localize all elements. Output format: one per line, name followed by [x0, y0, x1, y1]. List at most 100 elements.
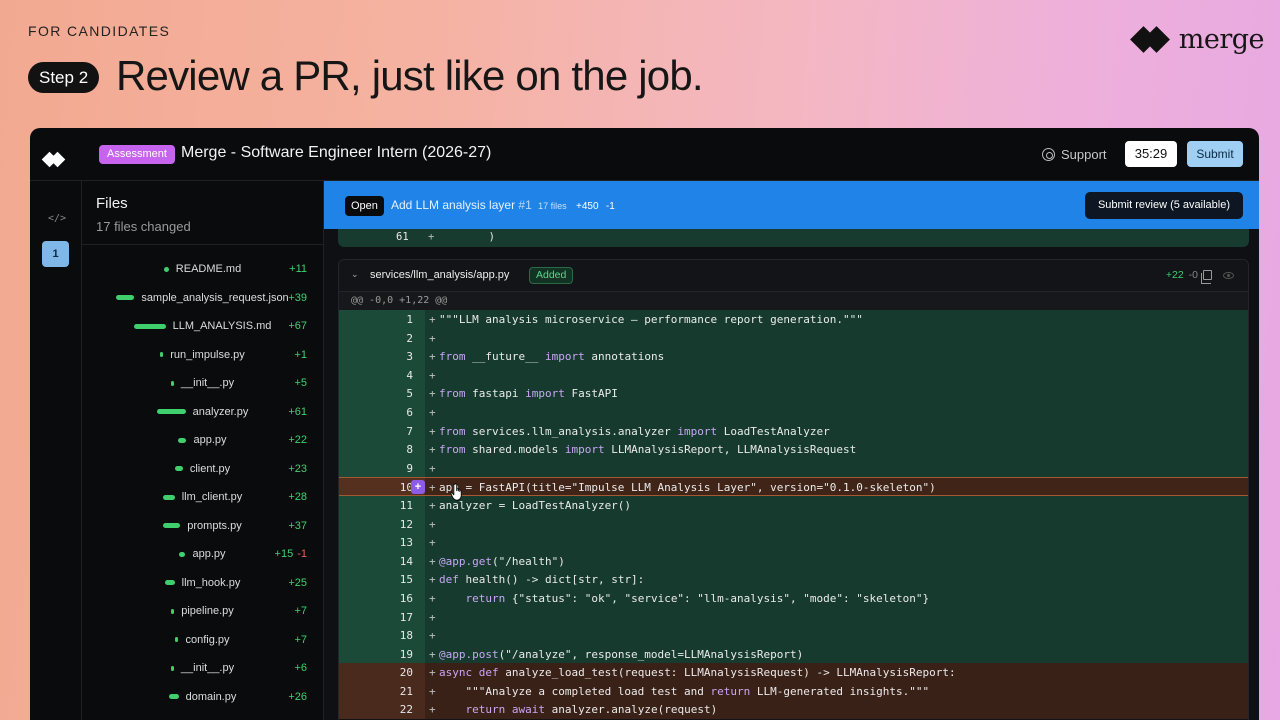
diff-line[interactable]: 17 +: [339, 607, 1248, 627]
file-name: sample_analysis_request.json: [141, 291, 289, 304]
diff-sign: +: [429, 629, 436, 643]
diff-line[interactable]: 16 + return {"status": "ok", "service": "…: [339, 588, 1248, 608]
diff-sign: +: [429, 350, 436, 364]
eye-icon[interactable]: [1223, 272, 1234, 279]
file-list-item[interactable]: client.py +23: [82, 455, 323, 484]
code-text: @app.get("/health"): [439, 554, 565, 568]
file-list-item[interactable]: app.py +22: [82, 426, 323, 455]
file-list-item[interactable]: domain.py +26: [82, 683, 323, 712]
file-list-item[interactable]: pipeline.py +7: [82, 597, 323, 626]
file-list-item[interactable]: README.md +11: [82, 255, 323, 284]
code-icon[interactable]: </>: [48, 213, 66, 224]
diff-line[interactable]: 3 + from __future__ import annotations: [339, 347, 1248, 366]
file-stat: +25: [288, 577, 307, 589]
diff-line[interactable]: 21 + """Analyze a completed load test and…: [339, 681, 1248, 701]
submit-review-button[interactable]: Submit review (5 available): [1084, 192, 1243, 219]
diff-line[interactable]: 1 + """LLM analysis microservice — perform…: [339, 310, 1248, 329]
pr-status-badge: Open: [345, 196, 384, 216]
pr-additions: +450: [575, 201, 599, 212]
chevron-down-icon[interactable]: ⌄: [351, 269, 359, 280]
diff-line[interactable]: 20 + async def analyze_load_test(request: …: [339, 663, 1248, 682]
change-bar: [162, 494, 175, 500]
file-status-badge: Added: [529, 267, 574, 284]
app-window: Assessment Merge - Software Engineer Int…: [30, 128, 1259, 720]
brand-logo: merge: [1129, 24, 1265, 55]
copy-icon[interactable]: [1201, 270, 1212, 284]
diff-line[interactable]: 6 +: [339, 402, 1248, 422]
file-additions: +39: [288, 291, 307, 304]
change-bar: [178, 437, 187, 443]
file-name: analyzer.py: [192, 405, 249, 418]
change-bar: [179, 551, 186, 557]
change-bar: [168, 694, 179, 700]
diff-line[interactable]: 10 + app = FastAPI(title="Impulse LLM Anal…: [339, 477, 1248, 502]
rail-item-1[interactable]: 1: [42, 241, 69, 267]
diff-line[interactable]: 22 + return await analyzer.analyze(reques…: [339, 700, 1248, 720]
diff-sign: +: [429, 424, 436, 438]
diff-line[interactable]: 15 + def health() -> dict[str, str]:: [339, 570, 1248, 589]
diff-line[interactable]: 9 +: [339, 458, 1248, 478]
file-list-item[interactable]: analyzer.py +61: [82, 398, 323, 427]
change-bar: [160, 352, 164, 358]
code-text: app = FastAPI(title="Impulse LLM Analysi…: [439, 481, 936, 495]
diff-sign: +: [429, 610, 436, 624]
diff-line[interactable]: 8 + from shared.models import LLMAnalysisR…: [339, 440, 1248, 459]
diff-line[interactable]: 19 + @app.post("/analyze", response_model=…: [339, 644, 1248, 664]
file-list-item[interactable]: app.py +15 -1: [82, 540, 323, 569]
diff-sign: +: [429, 405, 436, 419]
file-list-item[interactable]: prompts.py +37: [82, 512, 323, 541]
file-item-content: prompts.py: [163, 520, 242, 532]
diff-line[interactable]: 12 +: [339, 514, 1248, 534]
diff-line[interactable]: 7 + from services.llm_analysis.analyzer im…: [339, 421, 1248, 441]
line-number: 14: [399, 554, 413, 568]
code-text: """LLM analysis microservice — performan…: [439, 313, 863, 326]
support-button[interactable]: Support: [1042, 147, 1107, 162]
line-number: 4: [406, 368, 413, 382]
line-number: 7: [406, 424, 413, 438]
file-list-item[interactable]: LLM_ANALYSIS.md +67: [82, 312, 323, 341]
assessment-title: Merge - Software Engineer Intern (2026-2…: [181, 144, 492, 161]
file-list-item[interactable]: __init__.py +5: [82, 369, 323, 398]
file-item-content: app.py: [178, 434, 227, 447]
file-deletions: -0: [1188, 269, 1198, 281]
file-stat: +1: [294, 349, 307, 361]
file-list-item[interactable]: llm_client.py +28: [82, 483, 323, 512]
line-number: 22: [399, 703, 413, 717]
add-comment-button[interactable]: +: [411, 480, 425, 495]
code-text: from shared.models import LLMAnalysisRep…: [439, 443, 857, 457]
diff-sign: +: [429, 684, 436, 698]
file-list-item[interactable]: llm_hook.py +25: [82, 569, 323, 598]
file-list-item[interactable]: sample_analysis_request.json +39: [82, 284, 323, 313]
file-stat: +6: [294, 662, 307, 674]
line-number: 18: [399, 629, 413, 643]
file-deletions: -1: [297, 548, 307, 561]
file-additions: +37: [288, 519, 307, 532]
pr-files-count: 17 files: [538, 201, 567, 211]
diff-line[interactable]: 11 + analyzer = LoadTestAnalyzer(): [339, 495, 1248, 515]
file-stat: +39: [288, 292, 307, 304]
file-stat: +15 -1: [275, 548, 307, 560]
diff-line[interactable]: 14 + @app.get("/health"): [339, 551, 1248, 571]
file-additions: +6: [294, 662, 307, 675]
line-number: 16: [399, 591, 413, 605]
file-list-item[interactable]: __init__.py +6: [82, 654, 323, 683]
file-name: app.py: [193, 434, 227, 447]
code-text: from fastapi import FastAPI: [439, 387, 618, 401]
diff-line[interactable]: 5 + from fastapi import FastAPI: [339, 384, 1248, 403]
diff-line[interactable]: 13 +: [339, 533, 1248, 552]
diff-line[interactable]: 4 +: [339, 365, 1248, 385]
file-item-content: llm_client.py: [162, 491, 242, 503]
file-path: services/llm_analysis/app.py: [370, 269, 510, 281]
diff-line[interactable]: 2 +: [339, 328, 1248, 348]
file-list-item[interactable]: run_impulse.py +1: [82, 341, 323, 370]
app-logo-icon[interactable]: [41, 151, 69, 168]
file-list-item[interactable]: config.py +7: [82, 626, 323, 655]
diff-lines: 1 + """LLM analysis microservice — perform…: [339, 310, 1248, 720]
diff-sign: +: [429, 498, 436, 512]
diff-sign: +: [429, 517, 436, 531]
line-number: 13: [399, 536, 413, 550]
diff-line[interactable]: 18 +: [339, 626, 1248, 645]
files-title: Files: [96, 195, 128, 212]
submit-button[interactable]: Submit: [1187, 141, 1243, 167]
step-pill: Step 2: [28, 62, 100, 93]
